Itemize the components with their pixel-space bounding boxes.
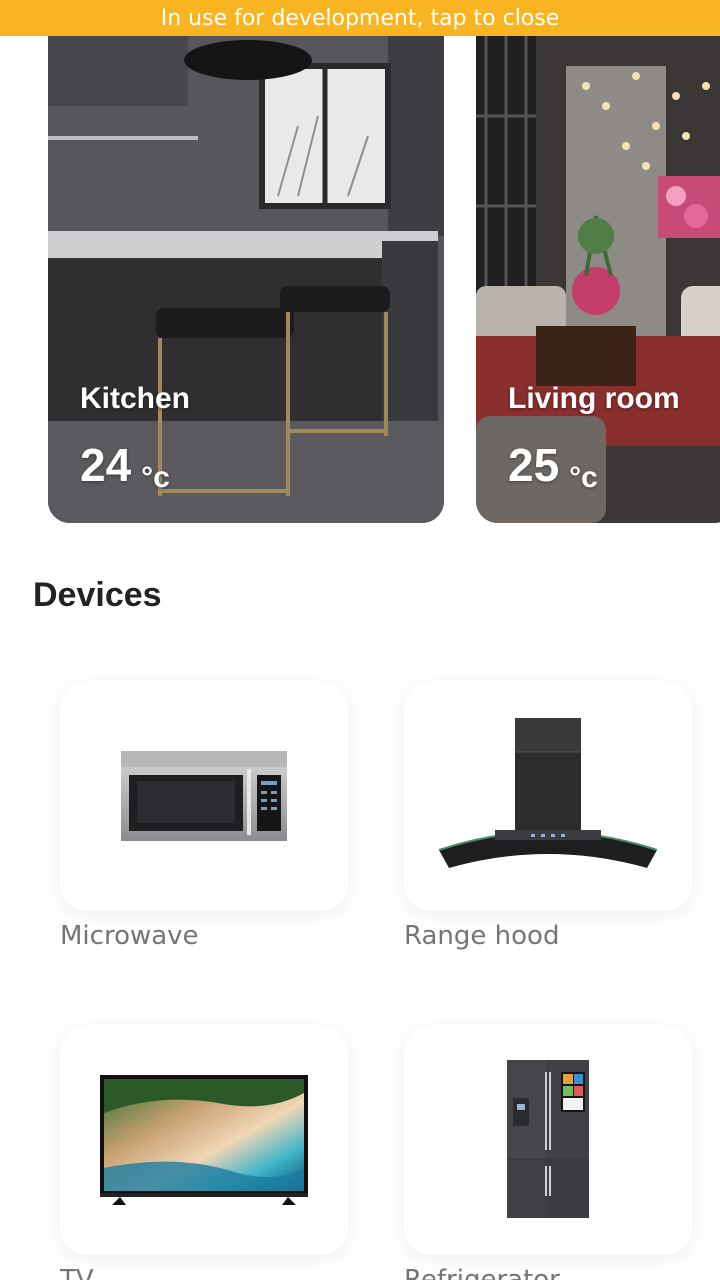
tv-icon	[100, 1075, 308, 1205]
dev-mode-banner[interactable]: In use for development, tap to close	[0, 0, 720, 36]
device-tile[interactable]	[404, 1025, 692, 1255]
range-hood-icon	[438, 718, 658, 868]
device-tile[interactable]	[404, 681, 692, 911]
room-temperature: 25 °c	[508, 438, 598, 494]
temperature-unit: °c	[569, 461, 598, 494]
devices-section-title: Devices	[33, 576, 162, 614]
device-label: TV	[60, 1265, 94, 1280]
temperature-value: 24	[80, 439, 132, 491]
device-label: Refrigerator	[404, 1265, 560, 1280]
rooms-carousel[interactable]: Kitchen 24 °c Living room 25 °c	[0, 36, 720, 523]
room-card-living-room[interactable]: Living room 25 °c	[476, 36, 720, 523]
device-tile[interactable]	[60, 681, 348, 911]
room-card-kitchen[interactable]: Kitchen 24 °c	[48, 36, 444, 523]
device-card-range-hood[interactable]: Range hood	[404, 681, 692, 951]
temperature-unit: °c	[141, 461, 170, 494]
room-name: Living room	[508, 382, 680, 415]
room-temperature: 24 °c	[80, 438, 170, 494]
device-card-refrigerator[interactable]: Refrigerator	[404, 1025, 692, 1280]
device-label: Range hood	[404, 921, 560, 951]
device-label: Microwave	[60, 921, 199, 951]
device-card-microwave[interactable]: Microwave	[60, 681, 348, 951]
device-tile[interactable]	[60, 1025, 348, 1255]
temperature-value: 25	[508, 439, 560, 491]
microwave-icon	[121, 751, 287, 841]
refrigerator-icon	[507, 1060, 589, 1218]
device-card-tv[interactable]: TV	[60, 1025, 348, 1280]
room-name: Kitchen	[80, 382, 191, 415]
